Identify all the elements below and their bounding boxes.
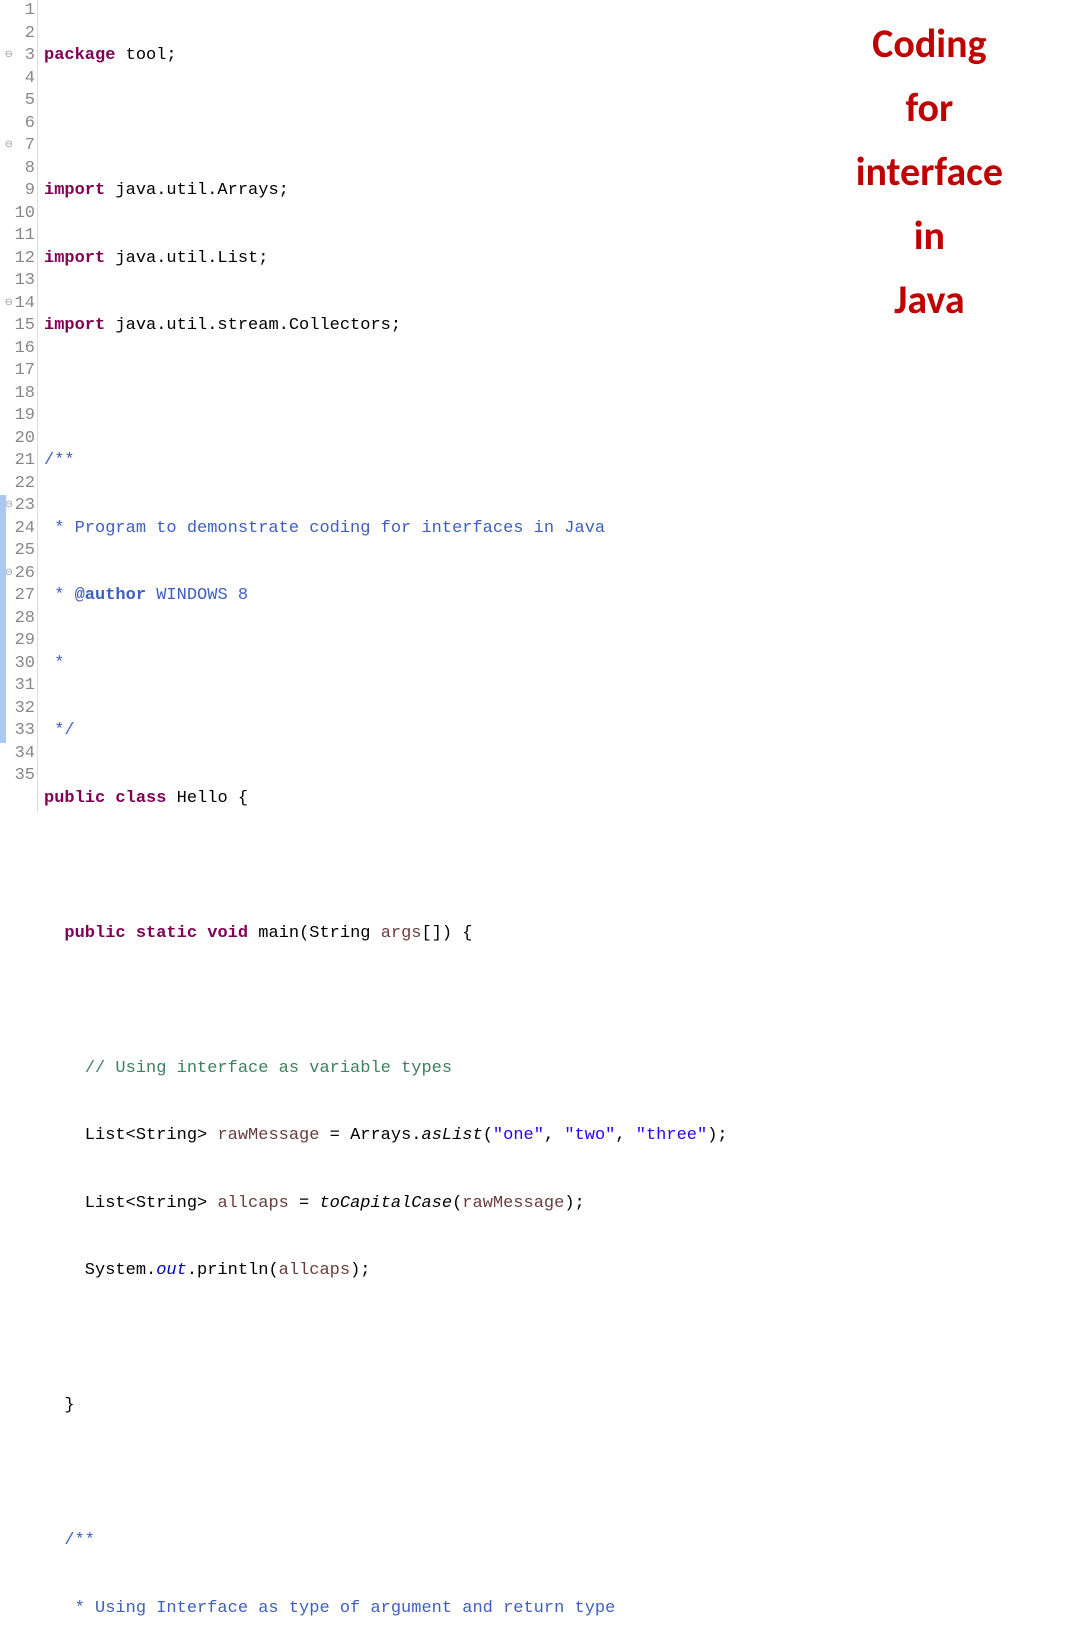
overlay-line: Coding bbox=[856, 12, 1003, 76]
overlay-line: for bbox=[856, 76, 1003, 140]
line-number: 9 bbox=[0, 180, 35, 203]
line-number: 18 bbox=[0, 383, 35, 406]
line-number: 8 bbox=[0, 158, 35, 181]
line-number: 2 bbox=[0, 23, 35, 46]
code-line: * Program to demonstrate coding for inte… bbox=[44, 518, 1068, 541]
line-number: 5 bbox=[0, 90, 35, 113]
fold-icon[interactable]: ⊖ bbox=[5, 45, 13, 68]
code-line: /** bbox=[44, 450, 1068, 473]
code-line: System.out.println(allcaps); bbox=[44, 1260, 1068, 1283]
code-line: /** bbox=[44, 1530, 1068, 1553]
code-line: } bbox=[44, 1395, 1068, 1418]
code-line: * bbox=[44, 653, 1068, 676]
code-line: // Using interface as variable types bbox=[44, 1058, 1068, 1081]
line-number: 22 bbox=[0, 473, 35, 496]
code-line: public class Hello { bbox=[44, 788, 1068, 811]
title-overlay: Coding for interface in Java bbox=[856, 12, 1003, 332]
line-number: 6 bbox=[0, 113, 35, 136]
line-number: 10 bbox=[0, 203, 35, 226]
line-number: 35 bbox=[0, 765, 35, 788]
code-line bbox=[44, 990, 1068, 1013]
code-line bbox=[44, 1328, 1068, 1351]
line-number: 11 bbox=[0, 225, 35, 248]
code-line: public static void main(String args[]) { bbox=[44, 923, 1068, 946]
code-line: List<String> allcaps = toCapitalCase(raw… bbox=[44, 1193, 1068, 1216]
code-line bbox=[44, 1463, 1068, 1486]
line-number: 21 bbox=[0, 450, 35, 473]
line-number: 12 bbox=[0, 248, 35, 271]
code-line: List<String> rawMessage = Arrays.asList(… bbox=[44, 1125, 1068, 1148]
line-number: 16 bbox=[0, 338, 35, 361]
selection-indicator bbox=[0, 495, 6, 743]
line-number: ⊖3 bbox=[0, 45, 35, 68]
line-number: 17 bbox=[0, 360, 35, 383]
overlay-line: in bbox=[856, 204, 1003, 268]
code-line: */ bbox=[44, 720, 1068, 743]
code-line: * @author WINDOWS 8 bbox=[44, 585, 1068, 608]
code-line: * Using Interface as type of argument an… bbox=[44, 1598, 1068, 1621]
line-number: 1 bbox=[0, 0, 35, 23]
line-number: ⊖14 bbox=[0, 293, 35, 316]
line-number: 34 bbox=[0, 743, 35, 766]
fold-icon[interactable]: ⊖ bbox=[5, 135, 13, 158]
line-number: 19 bbox=[0, 405, 35, 428]
line-number: 20 bbox=[0, 428, 35, 451]
fold-icon[interactable]: ⊖ bbox=[5, 293, 13, 316]
line-number: 13 bbox=[0, 270, 35, 293]
line-number: ⊖7 bbox=[0, 135, 35, 158]
line-number: 15 bbox=[0, 315, 35, 338]
overlay-line: Java bbox=[856, 268, 1003, 332]
overlay-line: interface bbox=[856, 140, 1003, 204]
line-number: 4 bbox=[0, 68, 35, 91]
code-line bbox=[44, 855, 1068, 878]
code-line bbox=[44, 383, 1068, 406]
